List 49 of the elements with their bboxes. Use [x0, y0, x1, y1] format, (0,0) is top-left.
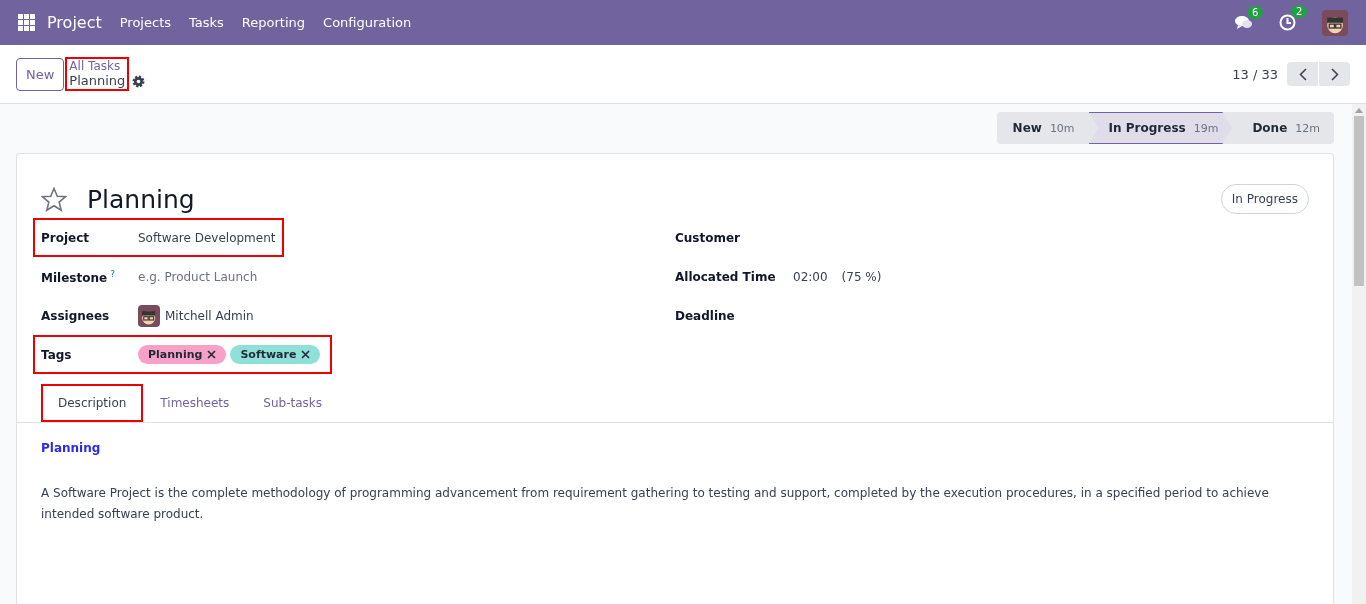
- field-label: Tags: [41, 347, 73, 362]
- apps-menu-icon[interactable]: [18, 14, 35, 31]
- menu-item[interactable]: Projects: [119, 15, 171, 30]
- stage-button[interactable]: Done 12m: [1232, 112, 1334, 144]
- app-name[interactable]: Project: [47, 13, 102, 32]
- clock-icon[interactable]: [1279, 14, 1296, 31]
- menu-item[interactable]: Tasks: [189, 15, 224, 30]
- tab[interactable]: Sub-tasks: [246, 384, 339, 422]
- scrollbar-thumb[interactable]: [1354, 116, 1364, 286]
- chat-icon[interactable]: [1235, 14, 1253, 31]
- breadcrumb-link[interactable]: All Tasks: [69, 59, 126, 73]
- task-title[interactable]: Planning: [87, 184, 195, 214]
- remove-icon[interactable]: [301, 350, 311, 359]
- tag[interactable]: Software: [230, 345, 321, 364]
- settings-icon[interactable]: [132, 74, 146, 88]
- message-count-badge: 6: [1247, 5, 1264, 19]
- scrollbar[interactable]: [1352, 104, 1366, 604]
- field-value[interactable]: Software Development: [138, 230, 276, 245]
- menu-item[interactable]: Reporting: [241, 15, 306, 30]
- assignee-name[interactable]: Mitchell Admin: [165, 308, 254, 323]
- field-label: Assignees: [41, 308, 111, 323]
- pager-value: 13 / 33: [1232, 66, 1278, 82]
- avatar: [138, 304, 160, 327]
- description-heading: Planning: [41, 441, 102, 455]
- chevron-right-icon: [1330, 67, 1339, 81]
- field-label: Project: [41, 230, 91, 245]
- field-label: Deadline: [675, 308, 736, 323]
- milestone-field[interactable]: e.g. Product Launch: [138, 269, 258, 284]
- stage-button[interactable]: In Progress 19m: [1088, 112, 1233, 144]
- tag[interactable]: Planning: [138, 345, 227, 364]
- previous-button[interactable]: [1287, 62, 1318, 86]
- tab[interactable]: Description: [41, 384, 144, 422]
- avatar: [1322, 9, 1348, 36]
- remove-icon[interactable]: [207, 350, 217, 359]
- new-button[interactable]: New: [16, 57, 65, 91]
- tab[interactable]: Timesheets: [143, 384, 247, 422]
- breadcrumb-current: Planning: [69, 73, 126, 89]
- activity-count-badge: 2: [1291, 5, 1308, 18]
- time-percent: (75 %): [841, 269, 882, 284]
- star-icon[interactable]: [41, 186, 67, 212]
- chevron-left-icon: [1298, 67, 1307, 81]
- description-text: A Software Project is the complete methodology of programming advancement from requirement gathering to testing and support, completed by the execution procedures, in a specified period to achieve intended software product.: [41, 485, 1270, 523]
- time-value[interactable]: 02:00: [793, 269, 828, 284]
- next-button[interactable]: [1319, 62, 1350, 86]
- stage-button[interactable]: New 10m: [996, 112, 1089, 144]
- field-label: Allocated Time: [675, 269, 777, 284]
- field-label: Customer: [675, 230, 742, 245]
- field-label: Milestone $^{?}$: [41, 268, 116, 285]
- menu-item[interactable]: Configuration: [323, 15, 412, 30]
